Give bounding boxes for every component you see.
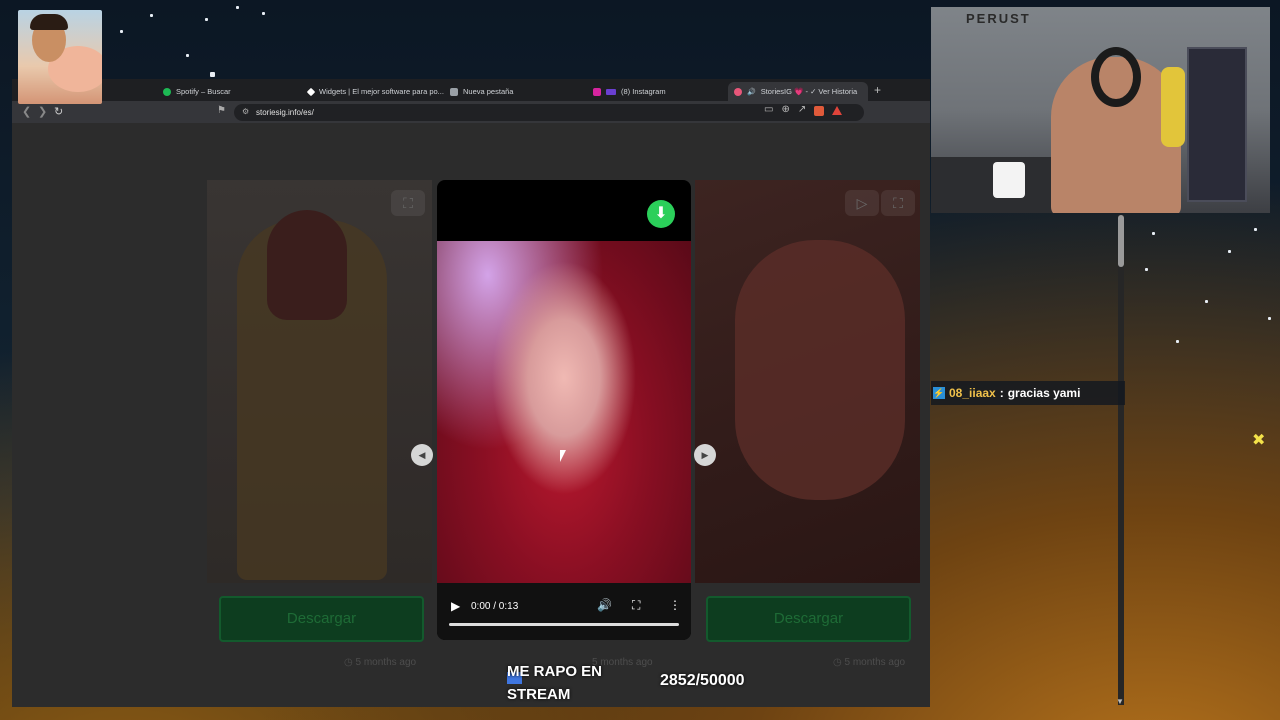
story-image	[437, 241, 691, 583]
new-tab-button[interactable]: +	[874, 83, 881, 97]
site-info-icon[interactable]: ⚙	[242, 107, 249, 116]
tab-storiesig[interactable]: 🔊 StoriesIG 💗 - ✓ Ver Historia ✕	[728, 82, 868, 101]
tab-bar: ard Spotify – Buscar Widgets | El mejor …	[12, 79, 930, 101]
toolbar-icons: ▭ ⊕ ↗	[764, 104, 843, 116]
audio-icon: 🔊	[747, 88, 756, 96]
timestamp-right: ◷ 5 months ago	[833, 657, 906, 668]
warning-extension-icon[interactable]	[832, 106, 843, 115]
streamer-avatar	[18, 10, 102, 104]
fullscreen-icon[interactable]: ⛶	[391, 190, 425, 216]
story-card-left[interactable]: ⛶	[207, 180, 432, 583]
spotify-icon	[163, 87, 171, 96]
storiesig-icon	[734, 87, 742, 96]
download-icon[interactable]: ⬇	[647, 200, 675, 228]
mouse-cursor-icon	[560, 450, 566, 462]
webcam-overlay: PERUST	[931, 7, 1270, 213]
instagram-icon	[593, 87, 601, 96]
tab-spotify[interactable]: Spotify – Buscar	[157, 82, 297, 101]
tab-widgets[interactable]: Widgets | El mejor software para po...	[302, 82, 447, 101]
tab-label: Widgets | El mejor software para po...	[319, 87, 444, 96]
tab-label: StoriesIG 💗 - ✓ Ver Historia	[760, 87, 858, 96]
tab-label: Spotify – Buscar	[176, 87, 231, 96]
extension-icon[interactable]	[814, 106, 825, 116]
timestamp-left: ◷ 5 months ago	[344, 657, 417, 668]
bookmark-icon[interactable]: ⚑	[217, 105, 226, 116]
goal-count: 2852/50000	[660, 672, 745, 689]
forward-icon[interactable]: ❯	[38, 105, 47, 118]
fullscreen-icon[interactable]: ⛶	[632, 598, 640, 613]
badge-icon: ⚡	[933, 387, 945, 399]
chat-scrollbar[interactable]	[1118, 215, 1124, 705]
scroll-down-icon[interactable]: ▼	[1116, 697, 1124, 706]
mail-icon	[606, 88, 616, 95]
zoom-icon[interactable]: ⊕	[781, 104, 789, 116]
video-progress-bar[interactable]	[449, 623, 679, 626]
browser-window: ard Spotify – Buscar Widgets | El mejor …	[12, 79, 930, 707]
tab-instagram[interactable]: (8) Instagram	[587, 82, 727, 101]
more-options-icon[interactable]: ⋮	[669, 598, 681, 612]
download-button-right[interactable]: Descargar	[706, 596, 911, 642]
video-time: 0:00 / 0:13	[471, 601, 519, 612]
tab-new-tab[interactable]: Nueva pestaña	[444, 82, 584, 101]
video-controls: ▶ 0:00 / 0:13 🔊 ⛶ ⋮	[437, 583, 691, 640]
story-video-player[interactable]: ⬇ ▶ 0:00 / 0:13 🔊 ⛶ ⋮	[437, 180, 691, 640]
play-icon[interactable]: ▷	[845, 190, 879, 216]
chat-separator: :	[999, 386, 1004, 400]
tab-label: (8) Instagram	[621, 87, 666, 96]
tab-label: Nueva pestaña	[463, 87, 514, 96]
page-content: ⛶ ⬇ ▶ 0:00 / 0:13 🔊 ⛶ ⋮ ▷ ⛶ ◀ ▶ Descarga…	[12, 123, 930, 707]
chat-text: gracias yami	[1007, 386, 1081, 400]
goal-title: ME RAPO EN STREAM	[507, 663, 603, 703]
chat-username: 08_iiaax	[949, 386, 996, 400]
previous-arrow-icon[interactable]: ◀	[411, 444, 433, 466]
url-text: storiesig.info/es/	[256, 108, 314, 117]
back-icon[interactable]: ❮	[22, 105, 31, 118]
share-icon[interactable]: ↗	[798, 104, 806, 116]
volume-icon[interactable]: 🔊	[597, 598, 612, 612]
cast-icon[interactable]: ▭	[764, 104, 773, 116]
chat-scrollbar-thumb[interactable]	[1118, 215, 1124, 267]
story-card-right[interactable]: ▷ ⛶	[695, 180, 920, 583]
browser-toolbar: ❮ ❯ ↻ ⚑ ⚙ storiesig.info/es/ ▭ ⊕ ↗	[12, 101, 930, 123]
reload-icon[interactable]: ↻	[54, 105, 63, 118]
widgets-icon	[306, 87, 316, 96]
next-arrow-icon[interactable]: ▶	[694, 444, 716, 466]
sparkle-icon: ✖	[1252, 432, 1266, 449]
play-icon[interactable]: ▶	[451, 599, 460, 613]
webcam-wall-logo: PERUST	[966, 11, 1031, 26]
fullscreen-icon[interactable]: ⛶	[881, 190, 915, 216]
chat-message: ⚡ 08_iiaax : gracias yami	[931, 381, 1125, 405]
download-button-left[interactable]: Descargar	[219, 596, 424, 642]
shield-icon	[450, 87, 458, 96]
